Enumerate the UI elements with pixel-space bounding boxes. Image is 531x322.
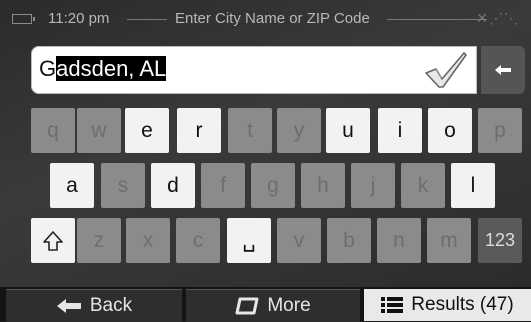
checkmark-icon[interactable] — [420, 49, 470, 91]
shift-icon — [43, 230, 63, 251]
key-l[interactable]: l — [451, 163, 495, 208]
key-w[interactable]: w — [77, 108, 121, 153]
key-e[interactable]: e — [125, 108, 169, 153]
results-label: Results (47) — [411, 294, 514, 315]
input-text: Gadsden, AL — [39, 56, 167, 82]
key-n[interactable]: n — [377, 218, 421, 263]
key-b[interactable]: b — [327, 218, 371, 263]
numbers-key[interactable]: 123 — [478, 218, 522, 263]
key-h[interactable]: h — [301, 163, 345, 208]
key-k[interactable]: k — [401, 163, 445, 208]
key-z[interactable]: z — [77, 218, 121, 263]
space-key[interactable]: ␣ — [227, 218, 271, 263]
key-p[interactable]: p — [478, 108, 522, 153]
screen: 11:20 pm Enter City Name or ZIP Code ✕⋰⋱… — [0, 0, 531, 322]
key-c[interactable]: c — [176, 218, 220, 263]
key-o[interactable]: o — [428, 108, 472, 153]
back-label: Back — [89, 295, 133, 316]
page-title: Enter City Name or ZIP Code — [175, 10, 370, 27]
key-f[interactable]: f — [201, 163, 245, 208]
shift-key[interactable] — [31, 218, 75, 263]
divider — [127, 19, 167, 20]
key-s[interactable]: s — [101, 163, 145, 208]
backspace-button[interactable] — [481, 46, 525, 94]
key-i[interactable]: i — [378, 108, 422, 153]
key-v[interactable]: v — [277, 218, 321, 263]
autocomplete-selection: adsden, AL — [56, 56, 167, 81]
key-j[interactable]: j — [351, 163, 395, 208]
city-input[interactable]: Gadsden, AL — [31, 46, 477, 94]
battery-icon — [12, 14, 35, 24]
back-button[interactable]: Back — [6, 289, 182, 322]
key-q[interactable]: q — [31, 108, 75, 153]
typed-text: G — [39, 56, 57, 81]
key-g[interactable]: g — [251, 163, 295, 208]
key-m[interactable]: m — [427, 218, 471, 263]
arrow-left-icon — [495, 65, 511, 75]
list-icon — [381, 297, 404, 313]
more-label: More — [267, 295, 311, 316]
key-t[interactable]: t — [228, 108, 272, 153]
more-button[interactable]: More — [186, 289, 360, 322]
key-u[interactable]: u — [326, 108, 370, 153]
satellite-icon: ✕⋰⋱ — [476, 10, 519, 26]
key-d[interactable]: d — [151, 163, 195, 208]
clock: 11:20 pm — [48, 10, 110, 27]
key-a[interactable]: a — [50, 163, 94, 208]
status-bar: 11:20 pm Enter City Name or ZIP Code ✕⋰⋱ — [0, 0, 531, 36]
results-button[interactable]: Results (47) — [364, 289, 531, 321]
key-r[interactable]: r — [177, 108, 221, 153]
key-x[interactable]: x — [126, 218, 170, 263]
arrow-left-icon — [56, 299, 81, 313]
divider — [387, 19, 487, 20]
key-y[interactable]: y — [277, 108, 321, 153]
more-icon — [235, 297, 259, 315]
